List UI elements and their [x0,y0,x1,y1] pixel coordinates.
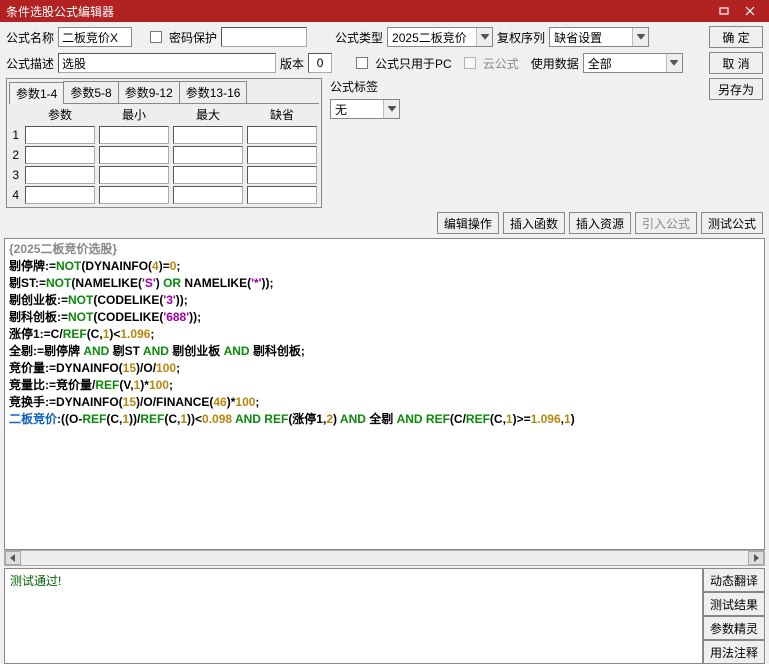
window-title: 条件选股公式编辑器 [6,3,711,20]
edit-op-button[interactable]: 编辑操作 [437,212,499,234]
param-cell[interactable] [25,126,95,144]
formula-name-input[interactable] [58,27,132,47]
param-cell[interactable] [247,166,317,184]
param-tab-2[interactable]: 参数5-8 [63,81,118,103]
param-header-name: 参数 [23,104,97,125]
code-header: {2025二板竞价选股} [9,242,117,256]
code-editor[interactable]: {2025二板竞价选股} 剔停牌:=NOT(DYNAINFO(4)=0; 剔ST… [4,238,765,550]
insert-func-button[interactable]: 插入函数 [503,212,565,234]
param-cell[interactable] [173,166,243,184]
param-wizard-button[interactable]: 参数精灵 [703,616,765,640]
param-cell[interactable] [25,146,95,164]
param-cell[interactable] [173,126,243,144]
save-as-button[interactable]: 另存为 [709,78,763,100]
param-header-default: 缺省 [245,104,319,125]
param-panel: 参数1-4 参数5-8 参数9-12 参数13-16 参数 最小 最大 缺省 1… [6,78,322,208]
cancel-button[interactable]: 取 消 [709,52,763,74]
label-type: 公式类型 [335,29,383,46]
param-cell[interactable] [99,166,169,184]
label-restore: 复权序列 [497,29,545,46]
param-tab-3[interactable]: 参数9-12 [118,81,180,103]
param-row: 4 [9,185,319,205]
restore-value: 缺省设置 [550,29,632,46]
cloud-checkbox [464,57,476,69]
param-tab-4[interactable]: 参数13-16 [179,81,248,103]
tag-select[interactable]: 无 [330,99,400,119]
param-cell[interactable] [99,186,169,204]
label-tag: 公式标签 [330,78,400,95]
chevron-down-icon [666,54,682,72]
param-cell[interactable] [173,186,243,204]
param-header-max: 最大 [171,104,245,125]
label-pc-only: 公式只用于PC [375,55,452,72]
test-result-button[interactable]: 测试结果 [703,592,765,616]
label-cloud: 云公式 [483,55,519,72]
param-cell[interactable] [247,146,317,164]
label-version: 版本 [280,55,304,72]
restore-select[interactable]: 缺省设置 [549,27,649,47]
param-cell[interactable] [247,126,317,144]
use-data-value: 全部 [584,55,666,72]
chevron-down-icon [476,28,492,46]
param-row: 3 [9,165,319,185]
param-cell[interactable] [25,186,95,204]
pc-only-checkbox[interactable] [356,57,368,69]
param-cell[interactable] [99,126,169,144]
chevron-down-icon [383,100,399,118]
usage-notes-button[interactable]: 用法注释 [703,640,765,664]
formula-type-select[interactable]: 2025二板竞价 [387,27,493,47]
param-cell[interactable] [25,166,95,184]
test-formula-button[interactable]: 测试公式 [701,212,763,234]
tag-value: 无 [331,101,383,118]
scroll-left-icon[interactable] [5,551,21,565]
insert-res-button[interactable]: 插入资源 [569,212,631,234]
param-row: 1 [9,125,319,145]
label-name: 公式名称 [6,29,54,46]
label-desc: 公式描述 [6,55,54,72]
horizontal-scrollbar[interactable] [4,550,765,566]
password-checkbox[interactable] [150,31,162,43]
import-formula-button[interactable]: 引入公式 [635,212,697,234]
formula-type-value: 2025二板竞价 [388,29,476,46]
label-use-data: 使用数据 [531,55,579,72]
param-cell[interactable] [99,146,169,164]
scroll-right-icon[interactable] [748,551,764,565]
param-row: 2 [9,145,319,165]
formula-desc-input[interactable] [58,53,276,73]
test-result-output: 测试通过! [4,568,703,664]
close-button[interactable] [737,2,763,20]
password-input[interactable] [221,27,307,47]
param-header-min: 最小 [97,104,171,125]
chevron-down-icon [632,28,648,46]
dynamic-translate-button[interactable]: 动态翻译 [703,568,765,592]
minimize-button[interactable] [711,2,737,20]
use-data-select[interactable]: 全部 [583,53,683,73]
param-cell[interactable] [173,146,243,164]
label-password: 密码保护 [169,29,217,46]
version-input[interactable] [308,53,332,73]
param-tab-1[interactable]: 参数1-4 [9,82,64,104]
ok-button[interactable]: 确 定 [709,26,763,48]
param-cell[interactable] [247,186,317,204]
